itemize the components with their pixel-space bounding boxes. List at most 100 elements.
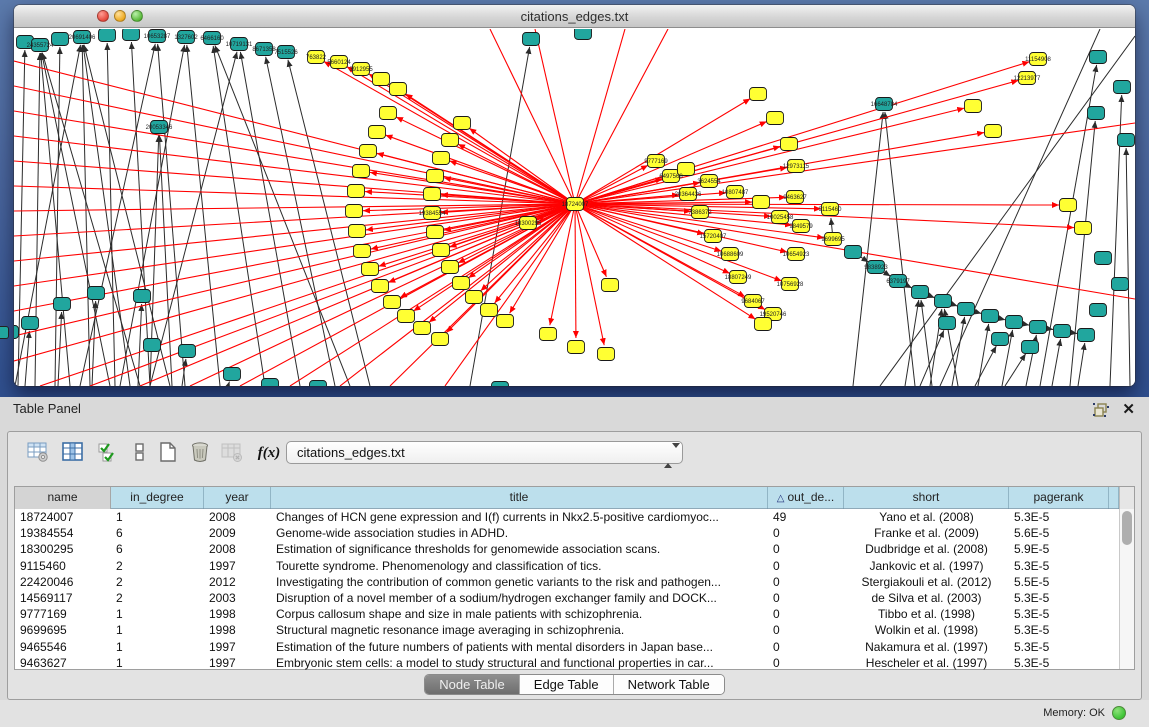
column-header-title[interactable]: title xyxy=(271,487,768,509)
table-row[interactable]: 1456911722003Disruption of a novel membe… xyxy=(15,590,1134,606)
table-panel-container: f(x) citations_edges.txt namein_degreeye… xyxy=(7,431,1142,700)
cell-title: Embryonic stem cells: a model to study s… xyxy=(271,655,768,671)
svg-text:24355724: 24355724 xyxy=(27,43,54,49)
delete-table-icon[interactable] xyxy=(188,440,212,466)
desktop-background: citations_edges.txt 24355724206914061065… xyxy=(0,0,1149,397)
select-rows-icon[interactable] xyxy=(96,440,120,466)
table-settings-icon[interactable] xyxy=(26,440,50,466)
svg-text:19520746: 19520746 xyxy=(760,312,787,318)
cell-in_degree: 6 xyxy=(111,541,204,557)
application-window: citations_edges.txt 24355724206914061065… xyxy=(0,0,1149,727)
network-canvas[interactable]: 2435572420691406106532871327602646616010… xyxy=(14,29,1135,386)
svg-text:3912955: 3912955 xyxy=(349,67,373,73)
table-select-dropdown[interactable]: citations_edges.txt xyxy=(286,441,683,464)
memory-status-indicator[interactable] xyxy=(1112,706,1126,720)
cell-year: 1998 xyxy=(204,622,271,638)
select-columns-icon[interactable] xyxy=(61,440,85,466)
cell-short: Hescheler et al. (1997) xyxy=(844,655,1009,671)
cell-out_degree: 0 xyxy=(768,558,844,574)
svg-text:6379197: 6379197 xyxy=(886,279,910,285)
table-body: 1872400712008Changes of HCN gene express… xyxy=(15,509,1134,671)
scrollbar-corner xyxy=(1119,487,1134,509)
table-row[interactable]: 969969511998Structural magnetic resonanc… xyxy=(15,622,1134,638)
cell-title: Corpus callosum shape and size in male p… xyxy=(271,606,768,622)
background-node-fragment xyxy=(0,326,9,339)
cell-pagerank: 5.6E-5 xyxy=(1009,525,1109,541)
cell-name: 9777169 xyxy=(15,606,111,622)
cell-short: Yano et al. (2008) xyxy=(844,509,1009,525)
cell-year: 2012 xyxy=(204,574,271,590)
cell-year: 2008 xyxy=(204,541,271,557)
svg-text:18724007: 18724007 xyxy=(562,202,589,208)
svg-text:10654923: 10654923 xyxy=(783,252,810,258)
tab-network-table[interactable]: Network Table xyxy=(614,675,724,694)
cell-name: 9465546 xyxy=(15,639,111,655)
cell-year: 2009 xyxy=(204,525,271,541)
svg-text:6497568: 6497568 xyxy=(659,174,683,180)
table-row[interactable]: 1938455462009Genome-wide association stu… xyxy=(15,525,1134,541)
memory-status-label: Memory: OK xyxy=(1043,707,1105,719)
cell-title: Estimation of the future numbers of pati… xyxy=(271,639,768,655)
svg-text:9684067: 9684067 xyxy=(741,299,765,305)
cell-in_degree: 2 xyxy=(111,558,204,574)
column-header-in_degree[interactable]: in_degree xyxy=(111,487,204,509)
table-select-value: citations_edges.txt xyxy=(297,445,405,460)
cell-out_degree: 0 xyxy=(768,655,844,671)
cell-name: 9115460 xyxy=(15,558,111,574)
close-panel-icon[interactable]: ✕ xyxy=(1122,400,1135,418)
table-row[interactable]: 977716911998Corpus callosum shape and si… xyxy=(15,606,1134,622)
scrollbar-thumb[interactable] xyxy=(1122,511,1132,545)
cell-out_degree: 0 xyxy=(768,541,844,557)
vertical-scrollbar[interactable] xyxy=(1119,509,1134,669)
cell-out_degree: 0 xyxy=(768,574,844,590)
cell-pagerank: 5.9E-5 xyxy=(1009,541,1109,557)
network-window-titlebar[interactable]: citations_edges.txt xyxy=(14,5,1135,28)
import-table-icon-disabled[interactable] xyxy=(220,440,244,466)
svg-text:10719131: 10719131 xyxy=(226,42,253,48)
cell-in_degree: 6 xyxy=(111,525,204,541)
cell-short: de Silva et al. (2003) xyxy=(844,590,1009,606)
table-row[interactable]: 946362711997Embryonic stem cells: a mode… xyxy=(15,655,1134,671)
cell-in_degree: 1 xyxy=(111,655,204,671)
svg-text:7515526: 7515526 xyxy=(274,50,298,56)
cell-in_degree: 2 xyxy=(111,574,204,590)
new-table-icon[interactable] xyxy=(156,440,180,466)
svg-text:16648784: 16648784 xyxy=(871,102,898,108)
table-row[interactable]: 2242004622012Investigating the contribut… xyxy=(15,574,1134,590)
cell-out_degree: 0 xyxy=(768,590,844,606)
svg-text:11154908: 11154908 xyxy=(1025,57,1051,63)
column-header-year[interactable]: year xyxy=(204,487,271,509)
cell-year: 2008 xyxy=(204,509,271,525)
table-row[interactable]: 1872400712008Changes of HCN gene express… xyxy=(15,509,1134,525)
column-header-short[interactable]: short xyxy=(844,487,1009,509)
table-row[interactable]: 911546021997Tourette syndrome. Phenomeno… xyxy=(15,558,1134,574)
cell-pagerank: 5.3E-5 xyxy=(1009,590,1109,606)
cell-title: Estimation of significance thresholds fo… xyxy=(271,541,768,557)
float-window-icon[interactable] xyxy=(1093,403,1109,417)
tab-edge-table[interactable]: Edge Table xyxy=(520,675,614,694)
svg-text:9699695: 9699695 xyxy=(821,237,845,243)
status-bar: Memory: OK xyxy=(0,700,1149,727)
svg-text:3624554: 3624554 xyxy=(697,179,721,185)
cell-name: 18300295 xyxy=(15,541,111,557)
svg-text:12213977: 12213977 xyxy=(1014,76,1041,82)
svg-text:20053346: 20053346 xyxy=(146,125,173,131)
cell-pagerank: 5.3E-5 xyxy=(1009,622,1109,638)
cell-title: Structural magnetic resonance image aver… xyxy=(271,622,768,638)
sort-ascending-icon: △ xyxy=(777,493,785,504)
table-row[interactable]: 946554611997Estimation of the future num… xyxy=(15,639,1134,655)
cell-pagerank: 5.3E-5 xyxy=(1009,558,1109,574)
cell-pagerank: 5.5E-5 xyxy=(1009,574,1109,590)
table-panel-header: Table Panel ✕ xyxy=(0,397,1149,427)
row-height-icon[interactable] xyxy=(128,440,152,466)
table-row[interactable]: 1830029562008Estimation of significance … xyxy=(15,541,1134,557)
node-table: namein_degreeyeartitle△out_de...shortpag… xyxy=(14,486,1135,670)
cell-year: 1997 xyxy=(204,558,271,574)
svg-text:10688609: 10688609 xyxy=(717,252,744,258)
function-builder-icon[interactable]: f(x) xyxy=(254,440,284,466)
column-header-out_degree[interactable]: △out_de... xyxy=(768,487,844,509)
tab-node-table[interactable]: Node Table xyxy=(425,675,520,694)
column-header-pagerank[interactable]: pagerank xyxy=(1009,487,1109,509)
column-header-name[interactable]: name xyxy=(15,487,111,509)
cell-in_degree: 1 xyxy=(111,639,204,655)
